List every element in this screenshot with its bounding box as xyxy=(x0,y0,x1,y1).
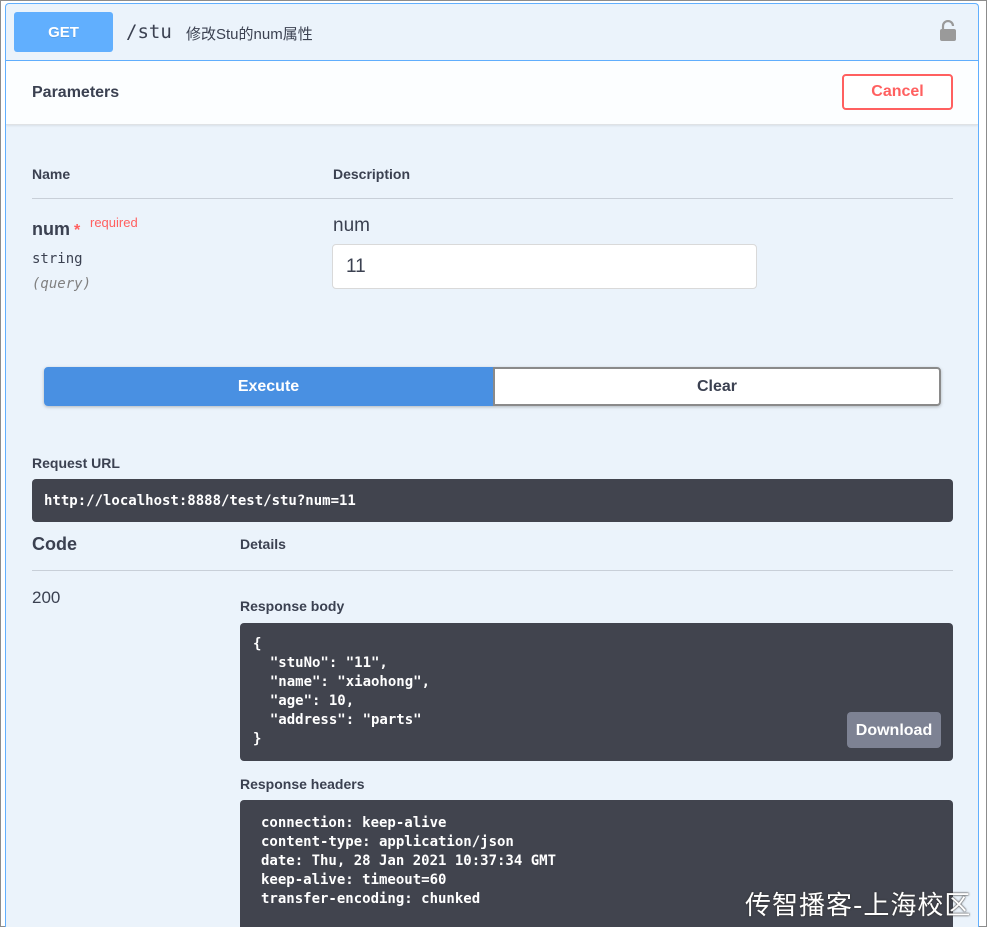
execute-button[interactable]: Execute xyxy=(44,367,493,406)
param-location: (query) xyxy=(32,276,92,292)
endpoint-path: /stu xyxy=(126,21,172,43)
operation-block: GET /stu 修改Stu的num属性 Parameters Cancel N… xyxy=(5,3,979,927)
code-column-header: Code xyxy=(32,534,77,554)
watermark: 传智播客-上海校区 xyxy=(745,891,972,921)
request-url-label: Request URL xyxy=(32,455,120,471)
param-description: num xyxy=(333,215,370,236)
response-status-code: 200 xyxy=(32,588,61,607)
clear-button[interactable]: Clear xyxy=(493,367,941,406)
column-header-description: Description xyxy=(333,166,411,182)
parameters-header: Parameters Cancel xyxy=(6,61,978,125)
execute-button-group: Execute Clear xyxy=(44,367,941,406)
num-input[interactable] xyxy=(332,244,757,289)
operation-summary[interactable]: GET /stu 修改Stu的num属性 xyxy=(6,4,978,61)
column-header-name: Name xyxy=(32,166,71,182)
cancel-button[interactable]: Cancel xyxy=(842,74,953,110)
response-headers-label: Response headers xyxy=(240,776,365,792)
divider xyxy=(32,198,953,199)
response-body-text: { "stuNo": "11", "name": "xiaohong", "ag… xyxy=(253,636,431,747)
required-star: * xyxy=(74,222,81,239)
lock-icon[interactable] xyxy=(939,20,957,42)
response-body-label: Response body xyxy=(240,598,345,614)
response-headers-text: connection: keep-alive content-type: app… xyxy=(261,815,557,907)
param-name: num * xyxy=(32,219,81,239)
divider xyxy=(32,570,953,571)
response-body[interactable]: { "stuNo": "11", "name": "xiaohong", "ag… xyxy=(240,623,953,761)
request-url[interactable]: http://localhost:8888/test/stu?num=11 xyxy=(32,479,953,522)
parameters-title: Parameters xyxy=(32,84,120,101)
param-type: string xyxy=(32,251,83,267)
http-method-badge: GET xyxy=(14,12,113,52)
endpoint-description: 修改Stu的num属性 xyxy=(186,26,313,43)
download-button[interactable]: Download xyxy=(847,712,941,748)
required-label: required xyxy=(90,215,138,230)
details-column-header: Details xyxy=(240,536,286,552)
